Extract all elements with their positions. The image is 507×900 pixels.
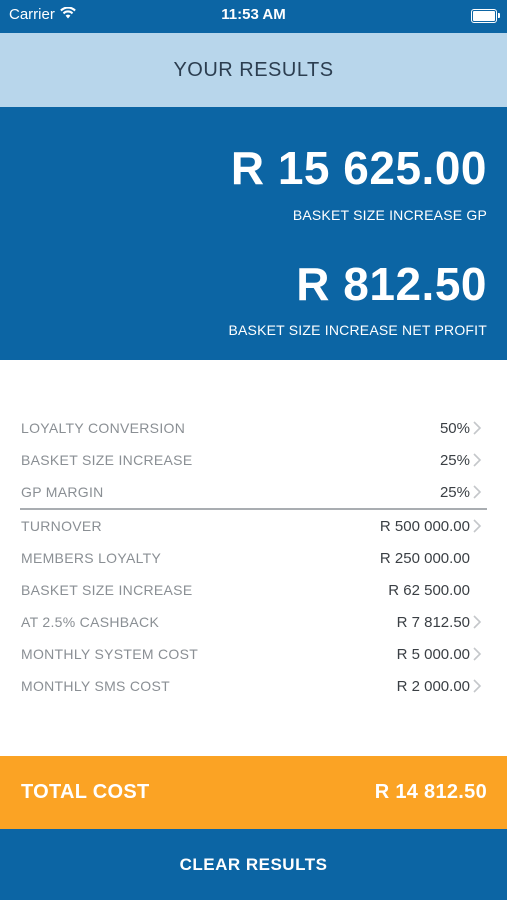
results-summary: R 15 625.00 BASKET SIZE INCREASE GP R 81… <box>0 107 507 360</box>
row-label: LOYALTY CONVERSION <box>21 420 186 436</box>
chevron-right-icon <box>473 679 482 693</box>
breakdown-row-members-loyalty: MEMBERS LOYALTY R 250 000.00 <box>0 542 507 574</box>
net-profit-label: BASKET SIZE INCREASE NET PROFIT <box>228 322 487 338</box>
row-value: R 5 000.00 <box>396 645 470 663</box>
total-cost-value: R 14 812.50 <box>374 781 487 803</box>
breakdown-row-monthly-system-cost[interactable]: MONTHLY SYSTEM COST R 5 000.00 <box>0 638 507 670</box>
row-value: 25% <box>439 451 470 469</box>
results-screen: Carrier 11:53 AM YOUR RESULTS R 15 625.0… <box>0 0 507 900</box>
gp-label: BASKET SIZE INCREASE GP <box>292 207 487 223</box>
net-profit-amount: R 812.50 <box>296 258 487 310</box>
breakdown-row-monthly-sms-cost[interactable]: MONTHLY SMS COST R 2 000.00 <box>0 670 507 702</box>
page-header: YOUR RESULTS <box>0 33 507 107</box>
chevron-right-icon <box>473 519 482 533</box>
results-list: LOYALTY CONVERSION 50% BASKET SIZE INCRE… <box>0 412 507 702</box>
row-value: R 250 000.00 <box>379 549 470 567</box>
row-label: TURNOVER <box>21 518 102 534</box>
battery-icon <box>471 9 500 23</box>
row-value: R 2 000.00 <box>396 677 470 695</box>
status-time: 11:53 AM <box>221 6 286 23</box>
row-label: BASKET SIZE INCREASE <box>21 452 193 468</box>
row-label: MONTHLY SYSTEM COST <box>21 646 199 662</box>
clear-results-label: CLEAR RESULTS <box>179 854 328 874</box>
clear-results-button[interactable]: CLEAR RESULTS <box>0 829 507 900</box>
input-row-gp-margin[interactable]: GP MARGIN 25% <box>0 476 507 508</box>
chevron-right-icon <box>473 615 482 629</box>
chevron-right-icon <box>473 647 482 661</box>
row-value: R 500 000.00 <box>379 517 470 535</box>
chevron-right-icon <box>473 421 482 435</box>
chevron-right-icon <box>473 453 482 467</box>
breakdown-row-basket-size-increase: BASKET SIZE INCREASE R 62 500.00 <box>0 574 507 606</box>
input-row-basket-size-increase[interactable]: BASKET SIZE INCREASE 25% <box>0 444 507 476</box>
input-row-loyalty-conversion[interactable]: LOYALTY CONVERSION 50% <box>0 412 507 444</box>
row-label: AT 2.5% CASHBACK <box>21 614 160 630</box>
row-label: GP MARGIN <box>21 484 104 500</box>
row-value: 50% <box>439 419 470 437</box>
row-value: R 62 500.00 <box>388 581 470 599</box>
row-label: MEMBERS LOYALTY <box>21 550 162 566</box>
row-label: BASKET SIZE INCREASE <box>21 582 193 598</box>
gp-amount: R 15 625.00 <box>230 142 487 194</box>
row-value: R 7 812.50 <box>396 613 470 631</box>
total-cost-bar: TOTAL COST R 14 812.50 <box>0 756 507 829</box>
breakdown-row-cashback[interactable]: AT 2.5% CASHBACK R 7 812.50 <box>0 606 507 638</box>
breakdown-row-turnover[interactable]: TURNOVER R 500 000.00 <box>0 510 507 542</box>
status-bar: Carrier 11:53 AM <box>0 0 507 33</box>
row-label: MONTHLY SMS COST <box>21 678 170 694</box>
page-title: YOUR RESULTS <box>173 58 334 81</box>
chevron-right-icon <box>473 485 482 499</box>
total-cost-label: TOTAL COST <box>21 781 150 803</box>
row-value: 25% <box>439 483 470 501</box>
